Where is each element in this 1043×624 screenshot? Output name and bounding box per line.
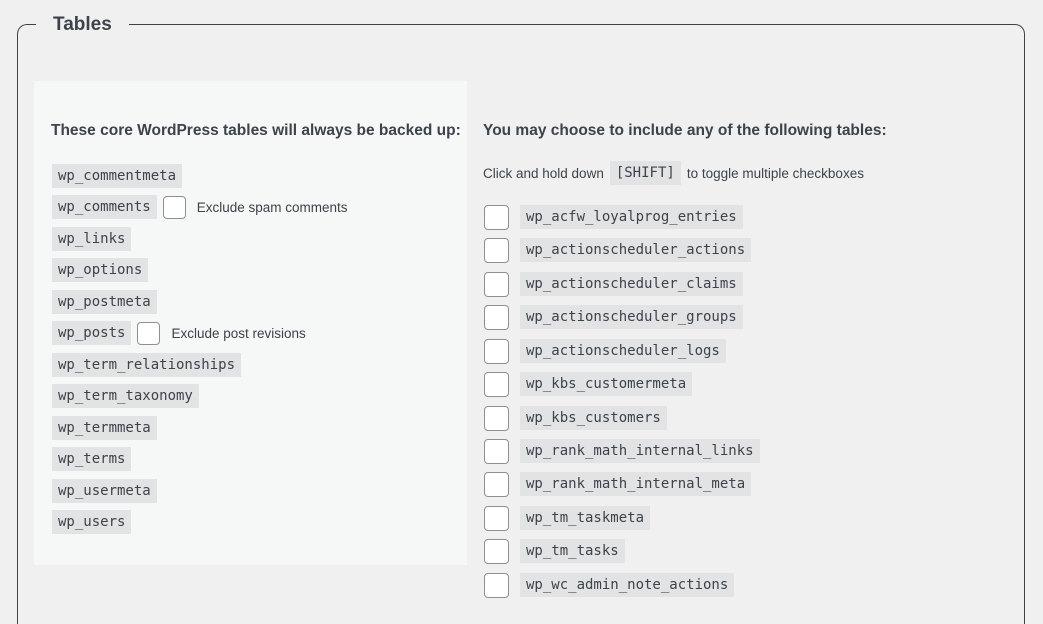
core-table-name: wp_usermeta — [52, 479, 157, 503]
section-legend: Tables — [36, 13, 129, 37]
optional-table-row[interactable]: wp_rank_math_internal_meta — [484, 471, 752, 497]
optional-table-name[interactable]: wp_rank_math_internal_meta — [520, 472, 752, 496]
table-checkbox[interactable] — [484, 572, 509, 598]
core-table-row: wp_links — [52, 227, 132, 251]
optional-table-row[interactable]: wp_acfw_loyalprog_entries — [484, 204, 743, 230]
core-tables-title: These core WordPress tables will always … — [51, 122, 461, 139]
core-table-row: wp_terms — [52, 447, 132, 471]
optional-table-row[interactable]: wp_kbs_customers — [484, 405, 667, 431]
core-table-name: wp_users — [52, 510, 132, 534]
optional-table-name[interactable]: wp_rank_math_internal_links — [520, 439, 760, 463]
table-checkbox[interactable] — [484, 304, 509, 330]
table-checkbox[interactable] — [484, 204, 509, 230]
core-table-row: wp_options — [52, 258, 149, 282]
optional-table-name[interactable]: wp_actionscheduler_actions — [520, 238, 752, 262]
core-table-row: wp_commentmeta — [52, 164, 183, 188]
core-table-row: wp_postmeta — [52, 290, 157, 314]
core-table-row: wp_comments Exclude spam comments — [52, 195, 348, 219]
exclude-spam-comments-label[interactable]: Exclude spam comments — [197, 200, 348, 215]
table-checkbox[interactable] — [484, 438, 509, 464]
exclude-spam-comments-checkbox[interactable] — [162, 195, 186, 219]
optional-table-row[interactable]: wp_tm_tasks — [484, 538, 625, 564]
optional-table-row[interactable]: wp_actionscheduler_groups — [484, 304, 743, 330]
core-table-name: wp_term_relationships — [52, 353, 242, 377]
core-table-row: wp_posts Exclude post revisions — [52, 321, 306, 345]
optional-table-name[interactable]: wp_tm_tasks — [520, 539, 625, 563]
core-table-row: wp_usermeta — [52, 479, 157, 503]
shift-key-code: [SHIFT] — [609, 161, 681, 185]
optional-table-row[interactable]: wp_wc_admin_note_actions — [484, 572, 735, 598]
optional-table-name[interactable]: wp_actionscheduler_claims — [520, 272, 743, 296]
core-table-row: wp_termmeta — [52, 416, 157, 440]
hint-text-after: to toggle multiple checkboxes — [686, 165, 864, 181]
table-checkbox[interactable] — [484, 271, 509, 297]
optional-table-name[interactable]: wp_acfw_loyalprog_entries — [520, 205, 743, 229]
core-table-name: wp_terms — [52, 447, 132, 471]
optional-table-name[interactable]: wp_tm_taskmeta — [520, 506, 651, 530]
exclude-post-revisions-checkbox[interactable] — [137, 321, 161, 345]
table-checkbox[interactable] — [484, 371, 509, 397]
optional-table-row[interactable]: wp_actionscheduler_actions — [484, 237, 752, 263]
core-table-name: wp_posts — [52, 321, 132, 345]
core-table-name: wp_commentmeta — [52, 164, 183, 188]
core-table-name: wp_postmeta — [52, 290, 157, 314]
optional-table-row[interactable]: wp_kbs_customermeta — [484, 371, 693, 397]
table-checkbox[interactable] — [484, 237, 509, 263]
core-table-name: wp_comments — [52, 195, 157, 219]
optional-table-name[interactable]: wp_kbs_customers — [520, 406, 667, 430]
core-table-row: wp_users — [52, 510, 132, 534]
table-checkbox[interactable] — [484, 505, 509, 531]
optional-table-row[interactable]: wp_actionscheduler_logs — [484, 338, 726, 364]
core-table-row: wp_term_taxonomy — [52, 384, 199, 408]
table-checkbox[interactable] — [484, 338, 509, 364]
shift-hint: Click and hold down [SHIFT] to toggle mu… — [483, 161, 864, 185]
core-table-name: wp_options — [52, 258, 149, 282]
core-table-name: wp_term_taxonomy — [52, 384, 199, 408]
core-table-name: wp_links — [52, 227, 132, 251]
table-checkbox[interactable] — [484, 538, 509, 564]
optional-table-row[interactable]: wp_actionscheduler_claims — [484, 271, 743, 297]
optional-table-name[interactable]: wp_actionscheduler_groups — [520, 305, 743, 329]
core-table-row: wp_term_relationships — [52, 353, 242, 377]
core-table-name: wp_termmeta — [52, 416, 157, 440]
optional-table-name[interactable]: wp_actionscheduler_logs — [520, 339, 726, 363]
optional-tables-title: You may choose to include any of the fol… — [483, 122, 887, 139]
exclude-post-revisions-label[interactable]: Exclude post revisions — [171, 326, 305, 341]
table-checkbox[interactable] — [484, 471, 509, 497]
optional-table-name[interactable]: wp_wc_admin_note_actions — [520, 573, 735, 597]
optional-table-row[interactable]: wp_rank_math_internal_links — [484, 438, 760, 464]
optional-table-row[interactable]: wp_tm_taskmeta — [484, 505, 651, 531]
table-checkbox[interactable] — [484, 405, 509, 431]
optional-table-name[interactable]: wp_kbs_customermeta — [520, 372, 693, 396]
hint-text-before: Click and hold down — [483, 165, 604, 181]
